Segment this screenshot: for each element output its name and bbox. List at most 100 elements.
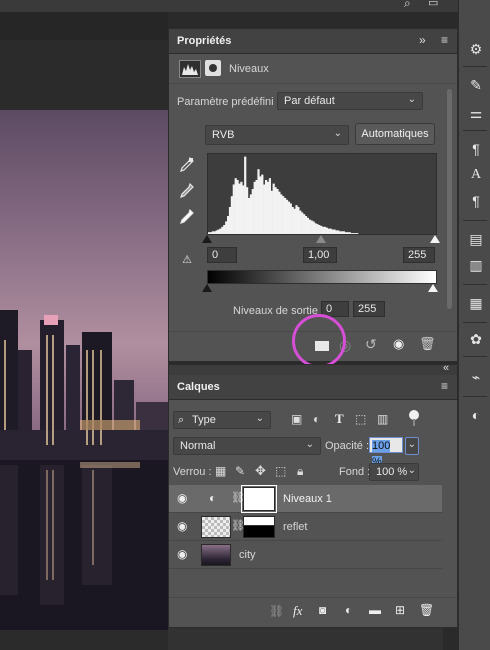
histogram-bar (356, 233, 359, 234)
grid-icon[interactable]: ▦ (467, 294, 485, 312)
layer-row-niveaux[interactable]: ◉ ◐ ⛓ Niveaux 1 (169, 485, 442, 513)
collapse-icon[interactable]: « (443, 362, 449, 374)
properties-icon[interactable]: ⚙ (467, 40, 485, 58)
histogram-bar (350, 233, 353, 234)
histogram-graph (208, 156, 359, 234)
blend-mode-dropdown[interactable]: Normal ⌄ (173, 437, 321, 455)
histogram-bar (236, 180, 239, 234)
histogram-bar (285, 199, 289, 234)
lock-position-icon[interactable]: ✥ (255, 463, 266, 479)
input-gamma-field[interactable]: 1,00 (303, 247, 337, 263)
reset-icon[interactable]: ↺ (365, 336, 377, 353)
visibility-eye-icon[interactable]: ◉ (393, 336, 404, 352)
panel-scrollbar[interactable] (447, 89, 452, 309)
lock-image-icon[interactable]: ✎ (235, 464, 245, 478)
histogram-bar (337, 230, 340, 234)
output-white-handle[interactable] (428, 284, 438, 292)
filter-pixel-icon[interactable]: ▣ (291, 412, 302, 426)
filter-type-icon[interactable]: T (335, 411, 344, 427)
opacity-dropdown[interactable]: ⌄ (405, 437, 419, 455)
histogram-bar (274, 187, 277, 234)
delete-layer-icon[interactable]: 🗑 (419, 603, 434, 617)
layers-title-bar: Calques ≡ (169, 375, 457, 400)
layer-row-city[interactable]: ◉ city (169, 541, 442, 569)
histogram-bar (242, 185, 245, 234)
filter-smart-object-icon[interactable]: ▥ (377, 412, 388, 426)
black-point-eyedropper-icon[interactable] (179, 156, 195, 176)
lock-artboard-icon[interactable]: ⬚ (275, 464, 286, 478)
new-group-icon[interactable]: ▬ (369, 603, 381, 617)
link-layers-icon[interactable]: ⛓ (269, 604, 284, 618)
white-point-eyedropper-icon[interactable] (179, 208, 195, 228)
add-mask-icon[interactable]: ◙ (319, 603, 326, 617)
delete-icon[interactable]: 🗑 (419, 336, 436, 352)
channel-dropdown[interactable]: RVB ⌄ (205, 125, 349, 145)
histogram-bar (219, 228, 222, 234)
search-icon[interactable]: ⌕ (404, 0, 411, 11)
auto-button-label: Automatiques (361, 128, 429, 140)
preset-dropdown[interactable]: Par défaut ⌄ (277, 92, 423, 110)
visibility-eye-icon[interactable]: ◉ (177, 491, 187, 505)
filter-adjustment-icon[interactable]: ◐ (313, 412, 320, 426)
lock-all-icon[interactable]: 🔒︎ (297, 464, 303, 479)
fill-dropdown[interactable]: 100 % ⌄ (369, 463, 419, 481)
histogram-bar (339, 231, 342, 234)
histogram-bar (221, 226, 224, 234)
histogram-bar (244, 156, 247, 234)
histogram-bar (327, 228, 330, 234)
histogram-bar (259, 176, 262, 234)
white-input-handle[interactable] (430, 235, 440, 243)
new-adjustment-icon[interactable]: ◐ (345, 603, 352, 617)
preset-label: Paramètre prédéfini : (177, 96, 280, 108)
collapse-icon[interactable]: » (419, 33, 426, 47)
panel-menu-icon[interactable]: ≡ (441, 33, 448, 47)
input-black-value: 0 (212, 249, 219, 261)
gamma-input-handle[interactable] (316, 235, 326, 243)
output-white-field[interactable]: 255 (353, 301, 385, 317)
adjustments-sliders-icon[interactable]: ⚌ (467, 104, 485, 122)
histogram-bar (232, 184, 235, 234)
histogram (207, 153, 437, 235)
filter-shape-icon[interactable]: ⬚ (355, 412, 366, 426)
histogram-bar (318, 225, 321, 234)
histogram-bar (276, 189, 279, 234)
styles-icon[interactable]: ◐ (467, 406, 485, 424)
paragraph-icon[interactable]: ¶ (467, 192, 485, 210)
layer-filter-dropdown[interactable]: ⌕ Type ⌄ (173, 411, 271, 429)
paths-icon[interactable]: ⌁ (467, 368, 485, 386)
levels-histogram-icon[interactable] (179, 60, 201, 78)
opacity-field[interactable]: 100 % (369, 437, 403, 468)
histogram-bar (306, 217, 309, 234)
libraries-icon[interactable]: ▤ (467, 230, 485, 248)
layers-title: Calques (177, 381, 220, 393)
paragraph-styles-icon[interactable]: ¶ (467, 140, 485, 158)
input-white-field[interactable]: 255 (403, 247, 435, 263)
brush-icon[interactable]: ✎ (467, 76, 485, 94)
histogram-bar (217, 229, 220, 234)
histogram-bar (278, 191, 281, 234)
filter-toggle-icon[interactable] (409, 410, 419, 426)
layer-row-reflet[interactable]: ◉ ⛓ reflet (169, 513, 442, 541)
input-black-field[interactable]: 0 (207, 247, 237, 263)
histogram-bar (265, 180, 268, 234)
new-layer-icon[interactable]: ⊞ (395, 603, 405, 617)
visibility-eye-icon[interactable]: ◉ (177, 519, 187, 533)
visibility-eye-icon[interactable]: ◉ (177, 547, 187, 561)
panel-menu-icon[interactable]: ≡ (441, 379, 448, 393)
output-black-handle[interactable] (202, 284, 212, 292)
auto-button[interactable]: Automatiques (355, 123, 435, 145)
color-palette-icon[interactable]: ✿ (467, 330, 485, 348)
character-icon[interactable]: A (467, 166, 485, 184)
layer-mask-thumbnail[interactable] (243, 516, 275, 538)
histogram-bar (314, 223, 317, 234)
input-slider-track[interactable] (202, 235, 440, 245)
layer-mask-thumbnail[interactable] (241, 485, 277, 513)
black-input-handle[interactable] (202, 235, 212, 243)
clipping-warning-icon[interactable]: ⚠ (175, 253, 199, 266)
mask-icon[interactable] (205, 60, 221, 76)
layer-style-fx-icon[interactable]: fx (293, 603, 302, 619)
workspace-icon[interactable]: ▭ (428, 0, 438, 9)
lock-transparent-icon[interactable]: ▦ (215, 464, 226, 478)
gray-point-eyedropper-icon[interactable] (179, 182, 195, 202)
notes-icon[interactable]: ▥ (467, 256, 485, 274)
